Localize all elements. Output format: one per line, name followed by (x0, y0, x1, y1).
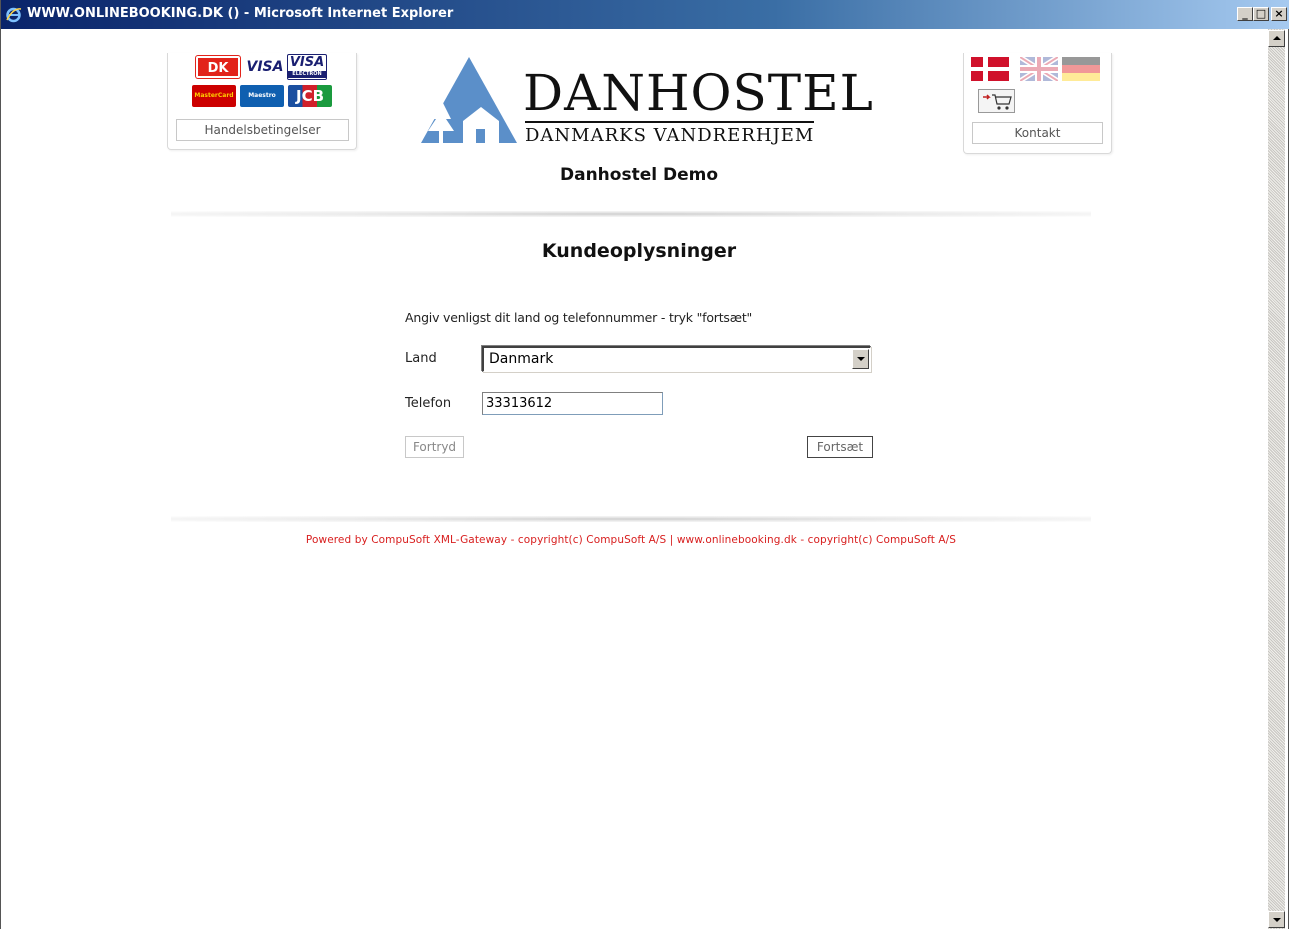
contact-link[interactable]: Kontakt (972, 122, 1103, 144)
close-button[interactable]: × (1271, 7, 1287, 21)
hostel-triangle-icon (421, 57, 517, 143)
language-contact-box: Kontakt (963, 53, 1112, 154)
page-heading: Kundeoplysninger (541, 240, 737, 262)
chevron-down-icon (857, 357, 865, 361)
internet-explorer-icon (6, 7, 22, 23)
maximize-button[interactable]: □ (1253, 7, 1269, 21)
mastercard-logo: MasterCard (192, 85, 236, 107)
danhostel-logo: DANHOSTEL DANMARKS VANDRERHJEM (419, 55, 873, 150)
header-separator (171, 211, 1091, 217)
arrow-down-icon (1273, 918, 1281, 922)
danish-flag-icon[interactable] (971, 57, 1009, 81)
continue-button[interactable]: Fortsæt (806, 435, 874, 459)
cancel-button[interactable]: Fortryd (405, 436, 464, 458)
visa-logo: VISA (246, 56, 284, 78)
terms-link[interactable]: Handelsbetingelser (176, 119, 349, 141)
visa-electron-label: VISA (289, 55, 325, 70)
footer-text: Powered by CompuSoft XML-Gateway - copyr… (305, 534, 957, 546)
country-select[interactable]: Danmark (482, 346, 871, 372)
cart-icon[interactable] (978, 89, 1015, 113)
title-bar: WWW.ONLINEBOOKING.DK () - Microsoft Inte… (1, 0, 1289, 29)
scroll-down-button[interactable] (1268, 911, 1285, 928)
jcb-logo: JCB (288, 85, 332, 107)
payment-cards-box: DK VISA VISA ELECTRON MasterCard Maestro… (167, 53, 357, 150)
footer-separator (171, 516, 1091, 522)
browser-window: WWW.ONLINEBOOKING.DK () - Microsoft Inte… (0, 0, 1289, 929)
maestro-logo: Maestro (240, 85, 284, 107)
dropdown-button[interactable] (852, 349, 869, 369)
window-title: WWW.ONLINEBOOKING.DK () - Microsoft Inte… (27, 6, 454, 21)
page-content (9, 29, 1266, 929)
site-name: Danhostel Demo (559, 165, 719, 185)
scroll-up-button[interactable] (1268, 30, 1285, 47)
country-select-value: Danmark (489, 351, 554, 367)
electron-label: ELECTRON (288, 71, 326, 78)
visa-electron-logo: VISA ELECTRON (287, 54, 327, 80)
arrow-up-icon (1273, 36, 1281, 40)
logo-main-text: DANHOSTEL (523, 64, 874, 122)
dankort-logo: DK (196, 56, 240, 78)
vertical-scrollbar[interactable] (1268, 29, 1285, 929)
phone-label: Telefon (405, 396, 452, 411)
phone-input[interactable] (482, 392, 663, 415)
logo-sub-text: DANMARKS VANDRERHJEM (525, 121, 815, 146)
minimize-button[interactable]: _ (1237, 7, 1253, 21)
uk-flag-icon[interactable] (1020, 57, 1058, 81)
german-flag-icon[interactable] (1062, 57, 1100, 81)
country-label: Land (405, 351, 437, 366)
instruction-text: Angiv venligst dit land og telefonnummer… (405, 310, 753, 325)
